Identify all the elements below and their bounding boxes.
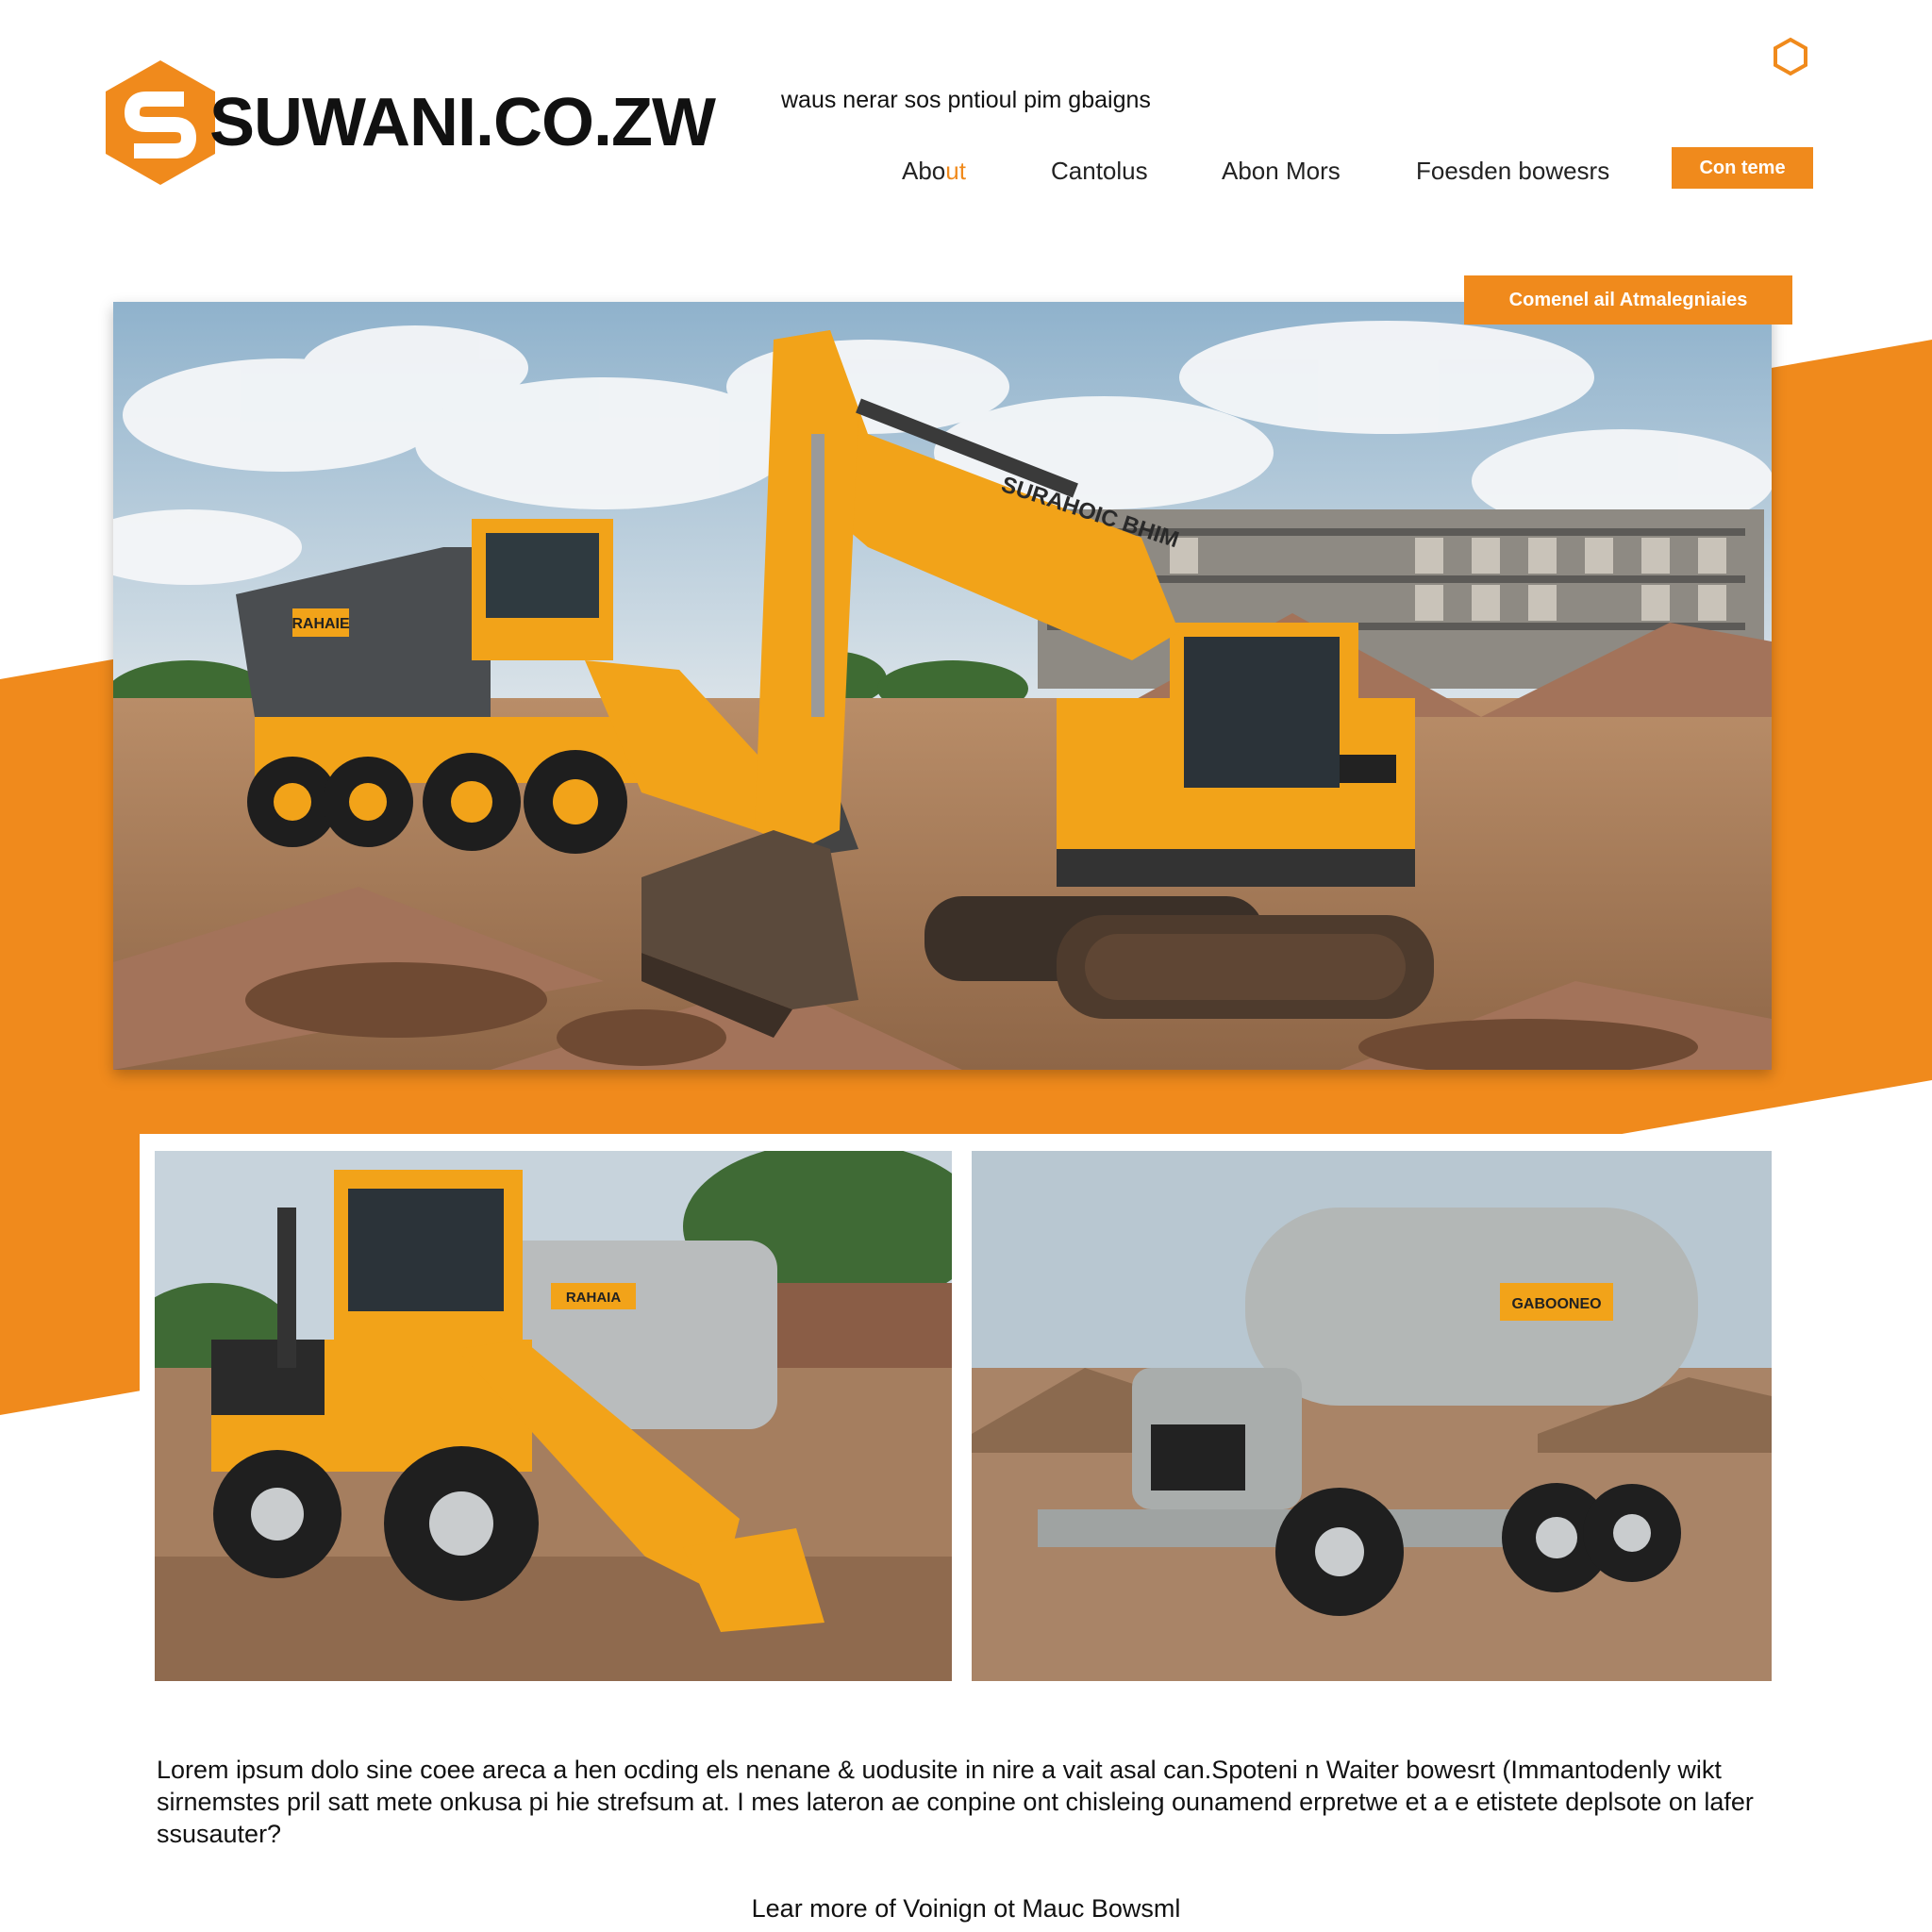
nav-cantolus[interactable]: Cantolus bbox=[1051, 157, 1148, 186]
nav-about-accent: ut bbox=[945, 157, 966, 185]
thumbnail-backhoe[interactable]: RAHAIA bbox=[155, 1151, 952, 1681]
hero-image: RAHAIE SURAHOIC BHIM bbox=[113, 302, 1772, 1070]
construction-site-illustration: RAHAIE SURAHOIC BHIM bbox=[113, 302, 1772, 1070]
nav-abon-mors[interactable]: Abon Mors bbox=[1222, 157, 1341, 186]
logo-text: SUWANI.CO.ZW bbox=[209, 85, 716, 160]
dumper-label: RAHAIE bbox=[291, 616, 350, 632]
contact-button[interactable]: Con teme bbox=[1672, 147, 1813, 189]
main-nav: About Cantolus Abon Mors Foesden bowesrs bbox=[0, 153, 1932, 191]
body-paragraph: Lorem ipsum dolo sine coee areca a hen o… bbox=[157, 1756, 1754, 1848]
right-thumb-label: GABOONEO bbox=[1511, 1296, 1601, 1312]
learn-more-link[interactable]: Lear more of Voinign ot Mauc Bowsml bbox=[0, 1894, 1932, 1924]
backhoe-tank-illustration: RAHAIA bbox=[155, 1151, 952, 1681]
hero-tag-badge: Comenel ail Atmalegniaies bbox=[1464, 275, 1792, 325]
water-bowser-illustration: GABOONEO bbox=[972, 1151, 1772, 1681]
hexagon-outline-icon[interactable] bbox=[1770, 36, 1811, 77]
thumbnail-water-bowser[interactable]: GABOONEO bbox=[972, 1151, 1772, 1681]
header-tagline: waus nerar sos pntioul pim gbaigns bbox=[781, 87, 1151, 113]
left-thumb-label: RAHAIA bbox=[566, 1290, 621, 1306]
nav-about[interactable]: About bbox=[902, 157, 966, 186]
nav-foesden-bowesrs[interactable]: Foesden bowesrs bbox=[1416, 157, 1609, 186]
